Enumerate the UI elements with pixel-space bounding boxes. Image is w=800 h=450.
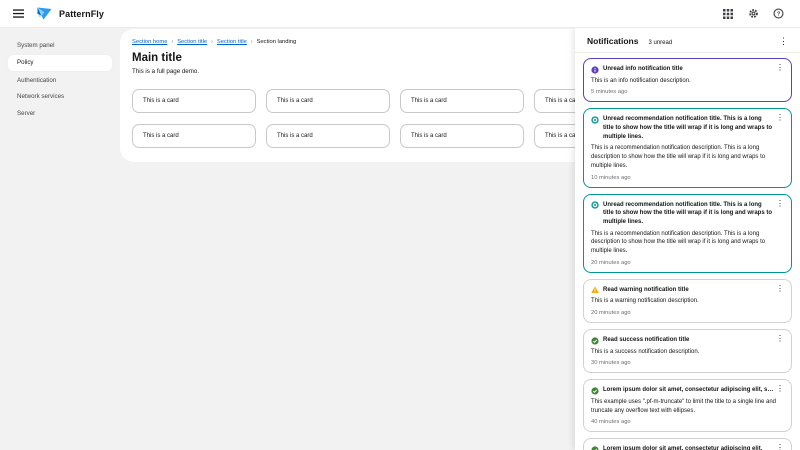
warning-triangle-icon (591, 286, 599, 294)
notification-title: Read success notification title (603, 336, 689, 345)
breadcrumb-item-1[interactable]: Section home (132, 39, 167, 45)
card-title: This is a card (143, 133, 179, 139)
notification-description: This is a warning notification descripti… (591, 297, 784, 306)
card[interactable]: This is a card (266, 124, 390, 148)
notification-kebab-button[interactable]: ⋮ (774, 444, 786, 450)
check-circle-icon (591, 446, 599, 450)
notification-timestamp: 5 minutes ago (591, 89, 784, 95)
recommendation-icon (591, 116, 599, 124)
settings-button[interactable] (745, 6, 761, 22)
card-title: This is a card (277, 98, 313, 104)
notification-timestamp: 10 minutes ago (591, 175, 784, 181)
notification-description: This is a recommendation notification de… (591, 230, 784, 256)
notification-header: Unread info notification title (591, 65, 784, 74)
help-icon: ? (773, 8, 784, 19)
card-title: This is a card (143, 98, 179, 104)
info-circle-icon (591, 66, 599, 74)
notification-title: Unread recommendation notification title… (603, 201, 774, 227)
notification-title: Lorem ipsum dolor sit amet, consectetur … (603, 386, 774, 395)
svg-text:?: ? (776, 12, 780, 18)
unread-count-label: 3 unread (648, 40, 672, 46)
sidebar-item-authentication[interactable]: Authentication (8, 74, 112, 88)
notification-title: Unread info notification title (603, 65, 683, 74)
drawer-kebab-button[interactable]: ⋮ (777, 37, 790, 46)
check-circle-icon (591, 387, 599, 395)
card-title: This is a card (277, 133, 313, 139)
notification-item[interactable]: Unread recommendation notification title… (583, 194, 792, 273)
recommendation-icon (591, 201, 599, 209)
notification-item[interactable]: Unread recommendation notification title… (583, 108, 792, 187)
notification-kebab-button[interactable]: ⋮ (774, 285, 786, 293)
app-launcher-button[interactable] (720, 6, 736, 22)
sidebar-item-policy[interactable]: Policy (8, 55, 112, 71)
notification-description: This is a recommendation notification de… (591, 144, 784, 170)
notification-item[interactable]: Lorem ipsum dolor sit amet, consectetur … (583, 379, 792, 432)
card[interactable]: This is a card (400, 89, 524, 113)
notification-list: Unread info notification title ⋮ This is a… (575, 53, 800, 450)
notification-timestamp: 20 minutes ago (591, 310, 784, 316)
drawer-title: Notifications (587, 36, 638, 46)
notification-title: Lorem ipsum dolor sit amet, consectetur … (603, 445, 762, 450)
notification-description: This example uses ".pf-m-truncate" to li… (591, 398, 784, 415)
card[interactable]: This is a card (400, 124, 524, 148)
notification-description: This is an info notification description… (591, 77, 784, 86)
notification-title: Unread recommendation notification title… (603, 115, 774, 141)
notification-header: Lorem ipsum dolor sit amet, consectetur … (591, 386, 784, 395)
card[interactable]: This is a card (132, 124, 256, 148)
help-button[interactable]: ? (770, 6, 786, 22)
notification-kebab-button[interactable]: ⋮ (774, 64, 786, 72)
notification-header: Read warning notification title (591, 286, 784, 295)
card[interactable]: This is a card (132, 89, 256, 113)
notification-description: This is a success notification descripti… (591, 348, 784, 357)
settings-icon (748, 8, 759, 19)
notification-kebab-button[interactable]: ⋮ (774, 385, 786, 393)
notification-item[interactable]: Read warning notification title ⋮ This is … (583, 279, 792, 323)
sidebar-item-network-services[interactable]: Network services (8, 90, 112, 104)
hamburger-icon (13, 9, 24, 18)
notifications-button[interactable] (689, 5, 711, 22)
notification-header: Unread recommendation notification title… (591, 201, 784, 227)
sidebar-item-server[interactable]: Server (8, 107, 112, 121)
notification-timestamp: 40 minutes ago (591, 419, 784, 425)
notification-kebab-button[interactable]: ⋮ (774, 200, 786, 208)
breadcrumb-separator-icon: › (171, 39, 173, 45)
brand-name: PatternFly (59, 9, 104, 19)
notification-timestamp: 20 minutes ago (591, 260, 784, 266)
bell-icon (695, 9, 705, 19)
card-title: This is a card (411, 133, 447, 139)
sidebar: System panel Policy Authentication Network … (0, 28, 120, 450)
breadcrumb-item-4: Section landing (257, 39, 297, 45)
notification-title: Read warning notification title (603, 286, 689, 295)
notification-kebab-button[interactable]: ⋮ (774, 114, 786, 122)
drawer-header: Notifications 3 unread ⋮ (575, 28, 800, 53)
patternfly-logo-icon (37, 7, 52, 20)
notification-item[interactable]: Lorem ipsum dolor sit amet, consectetur … (583, 438, 792, 450)
notification-kebab-button[interactable]: ⋮ (774, 335, 786, 343)
breadcrumb-separator-icon: › (251, 39, 253, 45)
card[interactable]: This is a card (266, 89, 390, 113)
app-launcher-icon (723, 9, 733, 19)
notification-item[interactable]: Unread info notification title ⋮ This is a… (583, 58, 792, 102)
breadcrumb-separator-icon: › (211, 39, 213, 45)
notification-drawer: Notifications 3 unread ⋮ Unread info not… (575, 28, 800, 450)
notification-timestamp: 30 minutes ago (591, 360, 784, 366)
sidebar-item-system-panel[interactable]: System panel (8, 39, 112, 53)
notification-header: Unread recommendation notification title… (591, 115, 784, 141)
card-title: This is a card (411, 98, 447, 104)
masthead: PatternFly ? (0, 0, 800, 28)
notification-header: Read success notification title (591, 336, 784, 345)
notification-header: Lorem ipsum dolor sit amet, consectetur … (591, 445, 784, 450)
nav-toggle-button[interactable] (10, 6, 26, 22)
breadcrumb-item-2[interactable]: Section title (177, 39, 207, 45)
check-circle-icon (591, 337, 599, 345)
breadcrumb-item-3[interactable]: Section title (217, 39, 247, 45)
notification-item[interactable]: Read success notification title ⋮ This is … (583, 329, 792, 373)
